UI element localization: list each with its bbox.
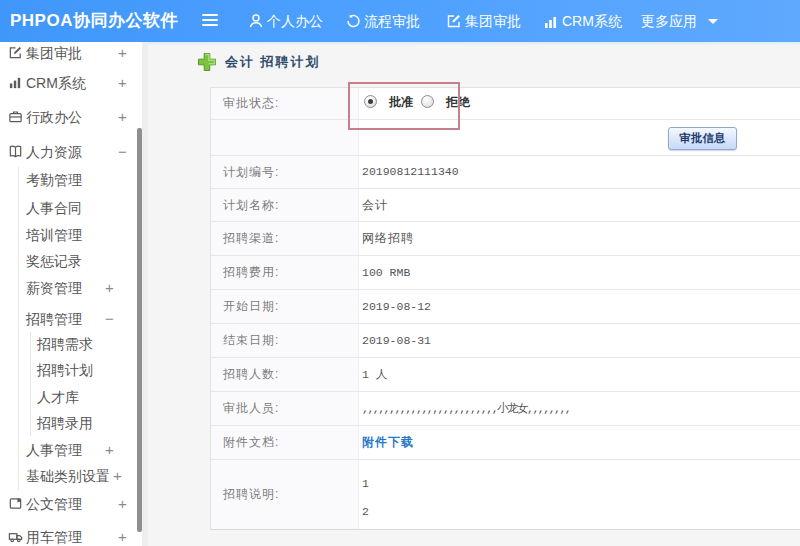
sidebar-item-recruit-need[interactable]: 招聘需求: [0, 334, 148, 354]
sidebar-item-hr-contract[interactable]: 人事合同: [0, 198, 148, 218]
sidebar-item-recruit-mgmt[interactable]: 招聘管理−: [0, 309, 148, 329]
row-end-date: 结束日期: 2019-08-31: [211, 324, 800, 358]
bar-chart-icon: [543, 14, 559, 30]
nav-more-apps[interactable]: 更多应用: [641, 0, 697, 42]
sidebar-item-group-approval[interactable]: 集团审批 +: [0, 43, 148, 63]
detail-table: 审批状态: 批准 拒绝 计划编号: 20190812111340 计划名称: 会…: [210, 87, 800, 530]
attachment-download-link[interactable]: 附件下载: [362, 435, 414, 449]
nav-crm-system[interactable]: CRM系统: [562, 0, 622, 42]
row-recruit-desc: 招聘说明: 1 2: [211, 460, 800, 529]
sidebar-item-vehicle[interactable]: 用车管理 +: [0, 527, 148, 546]
field-label: 招聘费用:: [211, 256, 359, 289]
sidebar-item-talent-pool[interactable]: 人才库: [0, 387, 148, 407]
field-label: 附件文档:: [211, 426, 359, 459]
add-plus-icon: [197, 52, 217, 72]
nav-personal-office[interactable]: 个人办公: [267, 0, 323, 42]
main-content: 会计 招聘计划 审批状态: 批准 拒绝 计划编号: 20190812111340…: [148, 42, 800, 546]
nav-process-approval[interactable]: 流程审批: [364, 0, 420, 42]
field-value: ,,,,,,,,,,,,,,,,,,,,,,,,,小龙女,,,,,,,,: [359, 392, 800, 425]
sidebar-item-recruit-plan[interactable]: 招聘计划: [0, 360, 148, 380]
field-label: 审批状态:: [211, 88, 359, 119]
field-label: 计划编号:: [211, 156, 359, 188]
row-start-date: 开始日期: 2019-08-12: [211, 290, 800, 324]
row-attachment: 附件文档: 附件下载: [211, 426, 800, 460]
sidebar-scrollbar-thumb[interactable]: [137, 128, 142, 532]
field-label: 计划名称:: [211, 189, 359, 221]
sidebar-item-recruit-hire[interactable]: 招聘录用: [0, 413, 148, 433]
page-title: 会计 招聘计划: [225, 49, 321, 75]
sidebar-item-training[interactable]: 培训管理: [0, 225, 148, 245]
field-value: 100 RMB: [359, 256, 800, 289]
caret-down-icon[interactable]: [708, 19, 718, 24]
row-approval-status: 审批状态: 批准 拒绝: [211, 88, 800, 120]
person-icon: [248, 13, 264, 29]
field-value: 附件下载: [359, 426, 800, 459]
nav-group-approval[interactable]: 集团审批: [465, 0, 521, 42]
field-label: 开始日期:: [211, 290, 359, 323]
row-plan-number: 计划编号: 20190812111340: [211, 156, 800, 189]
sidebar-item-doc-mgmt[interactable]: 公文管理 +: [0, 494, 148, 514]
field-label: 招聘说明:: [211, 460, 359, 529]
field-value: 2019-08-31: [359, 324, 800, 357]
field-label: 审批人员:: [211, 392, 359, 425]
app-logo: PHPOA协同办公软件: [10, 0, 178, 42]
sidebar-item-salary[interactable]: 薪资管理+: [0, 278, 148, 298]
sidebar-item-personnel[interactable]: 人事管理+: [0, 440, 148, 460]
radio-approve[interactable]: [364, 95, 377, 108]
sidebar-item-crm[interactable]: CRM系统 +: [0, 73, 148, 93]
field-label: 招聘人数:: [211, 358, 359, 391]
edit-icon: [8, 45, 23, 60]
field-label: 招聘渠道:: [211, 222, 359, 255]
radio-reject-label[interactable]: 拒绝: [446, 88, 470, 119]
sidebar-item-admin-office[interactable]: 行政办公 +: [0, 107, 148, 127]
briefcase-icon: [8, 109, 23, 124]
field-value: 网络招聘: [359, 222, 800, 255]
sidebar-item-hr[interactable]: 人力资源 −: [0, 142, 148, 162]
truck-icon: [8, 529, 23, 544]
approval-options: 批准 拒绝: [359, 88, 800, 119]
history-icon: [345, 13, 361, 29]
book-icon: [8, 144, 23, 159]
radio-reject[interactable]: [421, 95, 434, 108]
row-headcount: 招聘人数: 1 人: [211, 358, 800, 392]
approve-info-button[interactable]: 审批信息: [668, 127, 737, 150]
edit-icon: [446, 13, 462, 29]
field-label: 结束日期:: [211, 324, 359, 357]
row-recruit-channel: 招聘渠道: 网络招聘: [211, 222, 800, 256]
radio-approve-label[interactable]: 批准: [389, 88, 413, 119]
field-value: 1 人: [359, 358, 800, 391]
row-recruit-cost: 招聘费用: 100 RMB: [211, 256, 800, 290]
sidebar-item-rewards[interactable]: 奖惩记录: [0, 251, 148, 271]
field-value: 2019-08-12: [359, 290, 800, 323]
row-approvers: 审批人员: ,,,,,,,,,,,,,,,,,,,,,,,,,小龙女,,,,,,…: [211, 392, 800, 426]
field-value: 20190812111340: [359, 156, 800, 188]
top-header-bar: PHPOA协同办公软件 个人办公 流程审批 集团审批 CRM系统 更多应用: [0, 0, 800, 42]
bar-chart-icon: [8, 75, 23, 90]
sidebar-nav: 集团审批 + CRM系统 + 行政办公 + 人力资源 − 考勤管理 人事合同 培…: [0, 42, 148, 546]
field-value: 1 2: [359, 460, 800, 529]
sidebar-item-attendance[interactable]: 考勤管理: [0, 170, 148, 190]
hamburger-menu-icon[interactable]: [202, 14, 218, 29]
sidebar-item-base-category[interactable]: 基础类别设置+: [0, 466, 148, 486]
field-value: 会计: [359, 189, 800, 221]
document-icon: [8, 496, 23, 511]
row-plan-name: 计划名称: 会计: [211, 189, 800, 222]
